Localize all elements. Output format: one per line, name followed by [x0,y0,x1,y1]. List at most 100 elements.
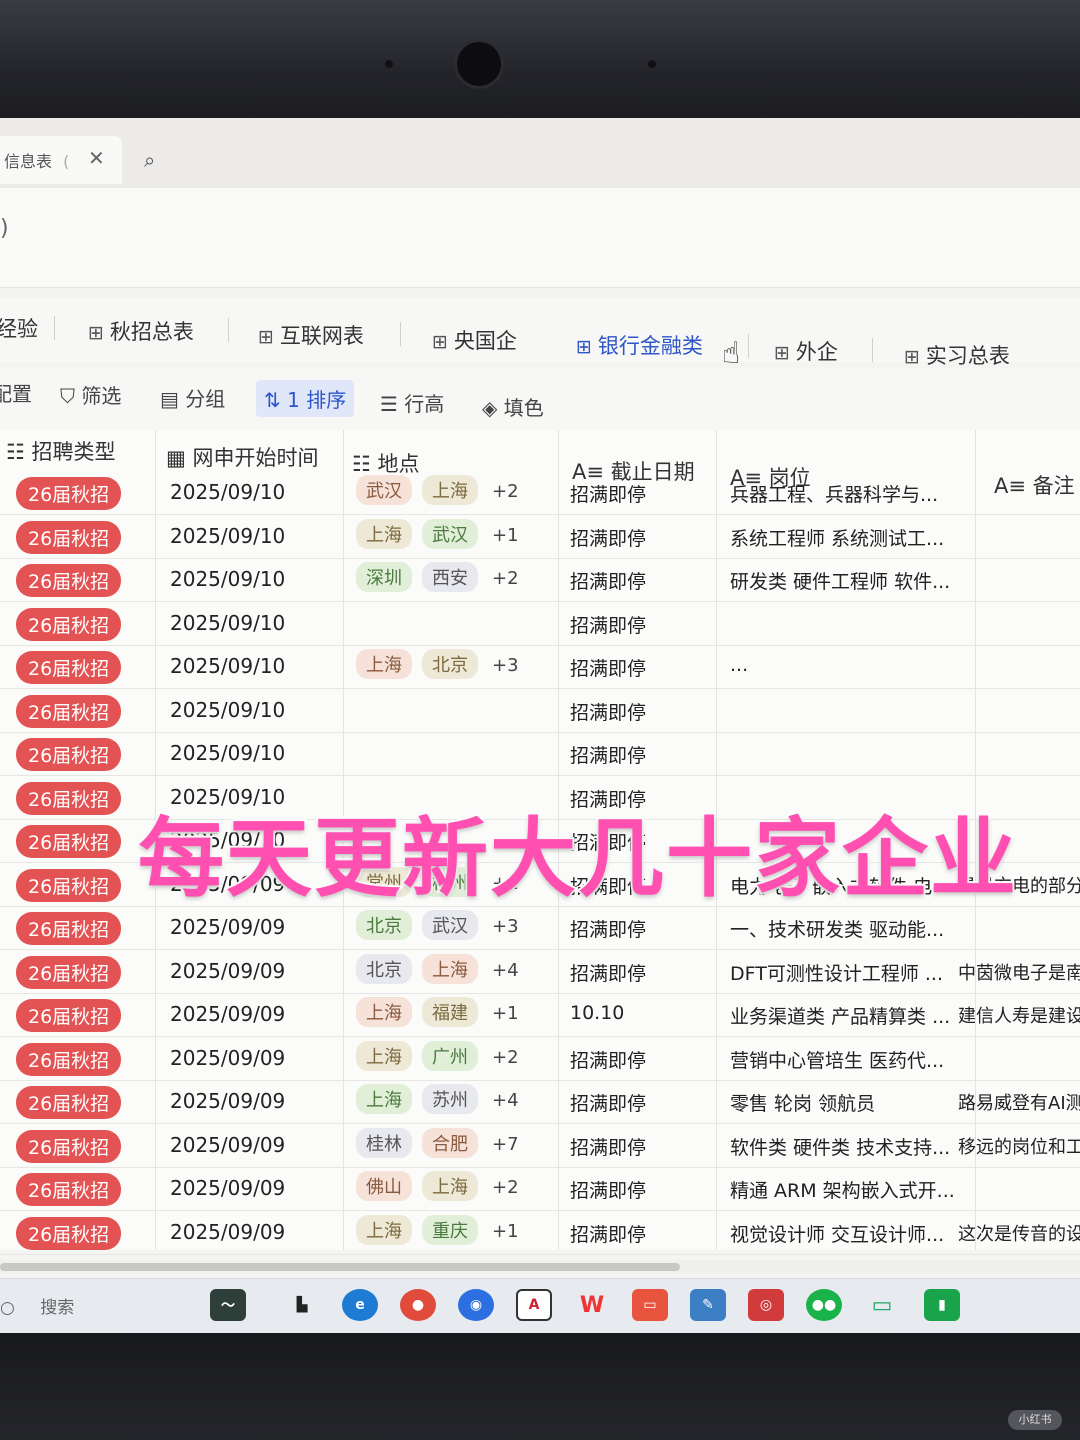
position-cell[interactable]: 视觉设计师 交互设计师... [730,1220,944,1247]
table-row[interactable]: 26届秋招 2025/09/10 招满即停 [0,692,1080,734]
table-row[interactable]: 26届秋招 2025/09/09 桂林 合肥 +7 招满即停 软件类 硬件类 技术支持...… [0,1127,1080,1169]
location-cell[interactable]: 佛山 上海 +2 [356,1171,519,1201]
horizontal-scrollbar[interactable] [0,1260,1080,1274]
start-date-cell[interactable]: 2025/09/10 [170,611,285,635]
recruit-type-tag[interactable]: 26届秋招 [16,868,122,902]
tab-foreign[interactable]: ⊞ 外企 [774,336,838,366]
recruit-type-tag[interactable]: 26届秋招 [16,564,122,597]
start-date-cell[interactable]: 2025/09/09 [170,1133,285,1157]
position-cell[interactable]: 软件类 硬件类 技术支持... [730,1133,950,1160]
deadline-cell[interactable]: 招满即停 [570,654,646,681]
wechat-icon[interactable]: ●● [806,1289,842,1321]
position-cell[interactable]: 兵器工程、兵器科学与... [730,480,938,507]
start-date-cell[interactable]: 2025/09/09 [170,1220,285,1244]
start-date-cell[interactable]: 2025/09/10 [170,741,285,765]
location-cell[interactable] [356,606,360,628]
table-row[interactable]: 26届秋招 2025/09/09 佛山 上海 +2 招满即停 精通 ARM 架构嵌入式开..… [0,1170,1080,1212]
app-icon[interactable]: ✎ [690,1289,726,1321]
start-date-cell[interactable]: 2025/09/09 [170,915,285,939]
tab-bank-finance[interactable]: ⊞ 银行金融类 [576,330,703,360]
table-row[interactable]: 26届秋招 2025/09/09 北京 武汉 +3 招满即停 一、技术研发类 驱动能... [0,909,1080,951]
deadline-cell[interactable]: 招满即停 [570,611,646,638]
deadline-cell[interactable]: 招满即停 [570,741,646,768]
tab-internet[interactable]: ⊞ 互联网表 [258,320,364,350]
location-cell[interactable]: 北京 上海 +4 [356,953,519,984]
start-date-cell[interactable]: 2025/09/10 [170,567,285,591]
table-row[interactable]: 26届秋招 2025/09/10 深圳 西安 +2 招满即停 研发类 硬件工程师 软件... [0,561,1080,603]
table-row[interactable]: 26届秋招 2025/09/10 武汉 上海 +2 招满即停 兵器工程、兵器科学与... [0,474,1080,516]
recruit-type-tag[interactable]: 26届秋招 [16,1129,122,1163]
deadline-cell[interactable]: 招满即停 [570,480,646,507]
start-date-cell[interactable]: 2025/09/10 [170,480,285,504]
recruit-type-tag[interactable]: 26届秋招 [16,651,122,684]
edge-browser-icon[interactable]: e [342,1289,378,1321]
location-cell[interactable]: 上海 北京 +3 [356,649,519,679]
monitor-app-icon[interactable]: ▭ [864,1289,900,1321]
deadline-cell[interactable]: 招满即停 [570,698,646,725]
position-cell[interactable]: 营销中心管培生 医药代... [730,1046,944,1073]
tab-intern-summary[interactable]: ⊞ 实习总表 [904,340,1010,370]
start-date-cell[interactable]: 2025/09/09 [170,1046,285,1070]
wps-app-icon[interactable]: W [574,1289,610,1321]
deadline-cell[interactable]: 招满即停 [570,959,646,986]
pdf-app-icon[interactable]: A [516,1289,552,1321]
recruit-type-tag[interactable]: 26届秋招 [16,781,122,815]
filter-button[interactable]: ⛉ 筛选 [60,380,121,409]
position-cell[interactable]: 零售 轮岗 领航员 [730,1089,875,1116]
recruit-type-tag[interactable]: 26届秋招 [16,1086,122,1119]
position-cell[interactable]: ... [730,654,748,676]
tab-fall-summary[interactable]: ⊞ 秋招总表 [88,316,194,346]
table-row[interactable]: 26届秋招 2025/09/10 招满即停 [0,735,1080,777]
location-cell[interactable]: 上海 广州 +2 [356,1040,519,1071]
recruit-type-tag[interactable]: 26届秋招 [16,955,122,989]
start-date-cell[interactable]: 2025/09/09 [170,959,285,983]
sort-button[interactable]: ⇅ 1 排序 [256,380,355,417]
scrollbar-thumb[interactable] [0,1263,680,1271]
recruit-type-tag[interactable]: 26届秋招 [16,912,122,945]
group-button[interactable]: ▤ 分组 [160,383,225,412]
position-cell[interactable]: 系统工程师 系统测试工... [730,524,944,551]
table-row[interactable]: 26届秋招 2025/09/09 上海 广州 +2 招满即停 营销中心管培生 医药代... [0,1040,1080,1082]
recruit-type-tag[interactable]: 26届秋招 [16,825,122,858]
start-date-cell[interactable]: 2025/09/09 [170,1176,285,1200]
deadline-cell[interactable]: 招满即停 [570,1176,646,1203]
column-header-start[interactable]: ▦ 网申开始时间 [166,442,319,472]
location-cell[interactable]: 上海 武汉 +1 [356,518,519,549]
taskbar-search[interactable]: ○ 搜索 [0,1293,74,1318]
location-cell[interactable]: 北京 武汉 +3 [356,910,519,940]
position-cell[interactable]: 业务渠道类 产品精算类 ... [730,1002,950,1029]
position-cell[interactable]: DFT可测性设计工程师 ... [730,959,943,986]
table-row[interactable]: 26届秋招 2025/09/09 北京 上海 +4 招满即停 DFT可测性设计工程师 ...… [0,953,1080,995]
app-icon[interactable]: ▮ [924,1289,960,1321]
location-cell[interactable] [356,693,360,715]
start-date-cell[interactable]: 2025/09/10 [170,524,285,548]
location-cell[interactable]: 上海 福建 +1 [356,997,519,1027]
deadline-cell[interactable]: 招满即停 [570,915,646,942]
location-cell[interactable]: 深圳 西安 +2 [356,562,519,592]
location-cell[interactable]: 武汉 上海 +2 [356,475,519,505]
location-cell[interactable] [356,736,360,758]
tab-state-owned[interactable]: ⊞ 央国企 [432,325,517,355]
start-date-cell[interactable]: 2025/09/09 [170,1089,285,1113]
note-cell[interactable]: 中茵微电子是南 [958,959,1080,985]
app-icon[interactable]: ▭ [632,1289,668,1321]
snip-icon[interactable]: ▙ [284,1289,320,1321]
note-cell[interactable]: 这次是传音的设计 [958,1220,1080,1246]
position-cell[interactable]: 一、技术研发类 驱动能... [730,915,944,942]
row-height-button[interactable]: ☰ 行高 [380,388,444,417]
position-cell[interactable]: 精通 ARM 架构嵌入式开... [730,1176,955,1203]
recruit-type-tag[interactable]: 26届秋招 [16,477,122,510]
column-header-type[interactable]: ☷ 招聘类型 [6,436,116,466]
note-cell[interactable]: 建信人寿是建设 [958,1002,1080,1028]
start-date-cell[interactable]: 2025/09/09 [170,1002,285,1026]
recruit-type-tag[interactable]: 26届秋招 [16,999,122,1032]
deadline-cell[interactable]: 10.10 [570,1002,624,1024]
stock-app-icon[interactable]: 〜 [210,1289,246,1321]
search-icon[interactable]: ⌕ [144,148,155,172]
location-cell[interactable]: 上海 重庆 +1 [356,1214,519,1245]
start-date-cell[interactable]: 2025/09/10 [170,698,285,722]
deadline-cell[interactable]: 招满即停 [570,524,646,551]
table-row[interactable]: 26届秋招 2025/09/10 上海 北京 +3 招满即停... [0,648,1080,690]
table-row[interactable]: 26届秋招 2025/09/09 上海 重庆 +1 招满即停 视觉设计师 交互设计师... 这… [0,1214,1080,1256]
recruit-type-tag[interactable]: 26届秋招 [16,1216,122,1250]
